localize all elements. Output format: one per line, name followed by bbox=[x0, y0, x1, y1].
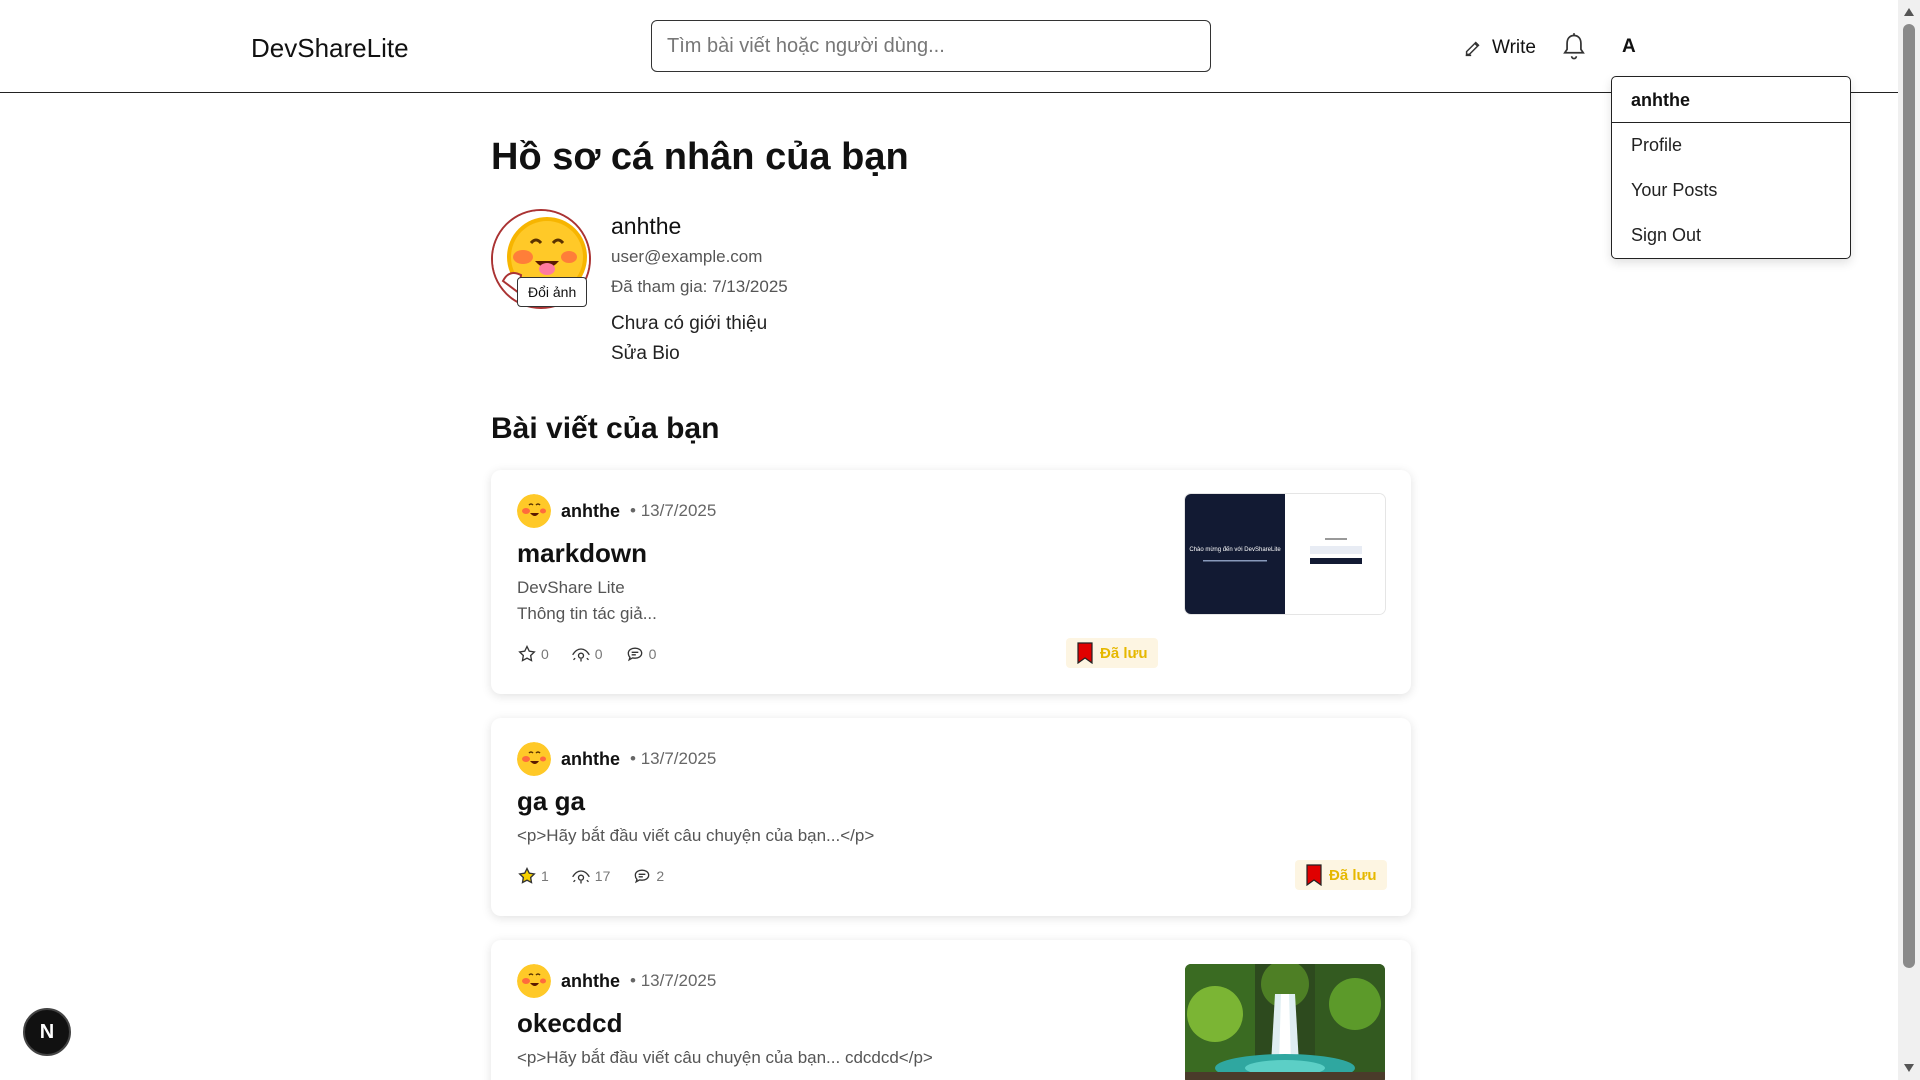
view-count: 0 bbox=[594, 646, 603, 662]
vertical-scrollbar[interactable] bbox=[1898, 0, 1920, 1080]
post-stats: 0 0 0 bbox=[517, 644, 656, 664]
saved-badge[interactable]: Đã lưu bbox=[1295, 860, 1387, 890]
post-excerpt: <p>Hãy bắt đầu viết câu chuyện của bạn..… bbox=[517, 823, 874, 849]
star-icon bbox=[518, 644, 536, 662]
comment-stat[interactable]: 0 bbox=[625, 644, 657, 664]
post-header: anhthe • 13/7/2025 bbox=[517, 964, 716, 998]
post-author[interactable]: anhthe bbox=[561, 971, 620, 992]
post-header: anhthe • 13/7/2025 bbox=[517, 494, 716, 528]
post-card[interactable]: anhthe • 13/7/2025 okecdcd <p>Hãy bắt đầ… bbox=[491, 940, 1411, 1080]
post-thumbnail[interactable] bbox=[1185, 964, 1385, 1080]
comment-icon bbox=[635, 869, 650, 884]
edit-bio-button[interactable]: Sửa Bio bbox=[611, 343, 680, 365]
post-card[interactable]: anhthe • 13/7/2025 ga ga <p>Hãy bắt đầu … bbox=[491, 718, 1411, 916]
post-date: • 13/7/2025 bbox=[630, 749, 717, 768]
user-avatar-button[interactable]: A bbox=[1622, 36, 1636, 58]
profile-joined-date: Đã tham gia: 7/13/2025 bbox=[611, 277, 788, 296]
search-input[interactable] bbox=[651, 20, 1211, 72]
like-count: 1 bbox=[541, 868, 549, 884]
star-icon bbox=[518, 866, 536, 884]
menu-item-profile[interactable]: Profile bbox=[1612, 123, 1850, 168]
change-photo-button[interactable]: Đổi ảnh bbox=[517, 277, 588, 307]
bell-icon[interactable] bbox=[1560, 32, 1588, 62]
profile-bio: Chưa có giới thiệu bbox=[611, 313, 768, 334]
eye-icon bbox=[571, 870, 590, 884]
view-stat: 0 bbox=[571, 644, 603, 664]
author-avatar[interactable] bbox=[517, 964, 551, 998]
scrollbar-thumb[interactable] bbox=[1903, 24, 1915, 968]
scroll-up-arrow-icon[interactable] bbox=[1904, 8, 1914, 16]
comment-count: 2 bbox=[656, 868, 665, 884]
post-header: anhthe • 13/7/2025 bbox=[517, 742, 716, 776]
post-title[interactable]: markdown bbox=[517, 538, 647, 569]
like-count: 0 bbox=[541, 646, 549, 662]
posts-section-title: Bài viết của bạn bbox=[491, 412, 720, 445]
post-excerpt: DevShare Lite Thông tin tác giả... bbox=[517, 575, 657, 627]
view-stat: 17 bbox=[571, 866, 611, 886]
author-avatar[interactable] bbox=[517, 494, 551, 528]
eye-icon bbox=[571, 648, 590, 662]
bookmark-icon bbox=[1306, 864, 1322, 886]
comment-count: 0 bbox=[648, 646, 657, 662]
post-excerpt-line: Thông tin tác giả... bbox=[517, 604, 657, 623]
bookmark-icon bbox=[1077, 642, 1093, 664]
saved-label: Đã lưu bbox=[1329, 866, 1377, 884]
comment-icon bbox=[627, 647, 642, 662]
post-author[interactable]: anhthe bbox=[561, 749, 620, 770]
write-button[interactable]: Write bbox=[1462, 34, 1536, 62]
brand-logo[interactable]: DevShareLite bbox=[251, 33, 409, 64]
thumb-caption: Chào mừng đến với DevShareLite bbox=[1189, 547, 1281, 553]
view-count: 17 bbox=[594, 868, 611, 884]
post-title[interactable]: ga ga bbox=[517, 786, 585, 817]
post-excerpt-line: <p>Hãy bắt đầu viết câu chuyện của bạn..… bbox=[517, 1048, 933, 1067]
like-stat[interactable]: 1 bbox=[517, 866, 549, 886]
post-excerpt-line: DevShare Lite bbox=[517, 578, 625, 597]
edit-icon bbox=[1465, 41, 1480, 57]
menu-item-your-posts[interactable]: Your Posts bbox=[1612, 168, 1850, 213]
post-card[interactable]: anhthe • 13/7/2025 markdown DevShare Lit… bbox=[491, 470, 1411, 694]
scroll-down-arrow-icon[interactable] bbox=[1904, 1064, 1914, 1072]
post-date: • 13/7/2025 bbox=[630, 971, 717, 990]
comment-stat[interactable]: 2 bbox=[632, 866, 664, 886]
nextjs-dev-button[interactable]: N bbox=[23, 1008, 71, 1056]
post-title[interactable]: okecdcd bbox=[517, 1008, 623, 1039]
post-stats: 1 17 2 bbox=[517, 866, 664, 886]
post-excerpt-line: <p>Hãy bắt đầu viết câu chuyện của bạn..… bbox=[517, 826, 875, 845]
saved-label: Đã lưu bbox=[1100, 644, 1148, 662]
like-stat[interactable]: 0 bbox=[517, 644, 549, 664]
dropdown-username: anhthe bbox=[1612, 77, 1850, 123]
write-label: Write bbox=[1492, 37, 1536, 58]
post-thumbnail[interactable]: Chào mừng đến với DevShareLite bbox=[1185, 494, 1385, 614]
profile-name: anhthe bbox=[611, 213, 682, 239]
author-avatar[interactable] bbox=[517, 742, 551, 776]
menu-item-sign-out[interactable]: Sign Out bbox=[1612, 213, 1850, 258]
profile-email: user@example.com bbox=[611, 247, 763, 266]
user-dropdown-menu: anhthe Profile Your Posts Sign Out bbox=[1611, 76, 1851, 259]
post-date: • 13/7/2025 bbox=[630, 501, 717, 520]
page-title: Hồ sơ cá nhân của bạn bbox=[491, 136, 909, 178]
post-author[interactable]: anhthe bbox=[561, 501, 620, 522]
post-excerpt: <p>Hãy bắt đầu viết câu chuyện của bạn..… bbox=[517, 1045, 933, 1071]
saved-badge[interactable]: Đã lưu bbox=[1066, 638, 1158, 668]
